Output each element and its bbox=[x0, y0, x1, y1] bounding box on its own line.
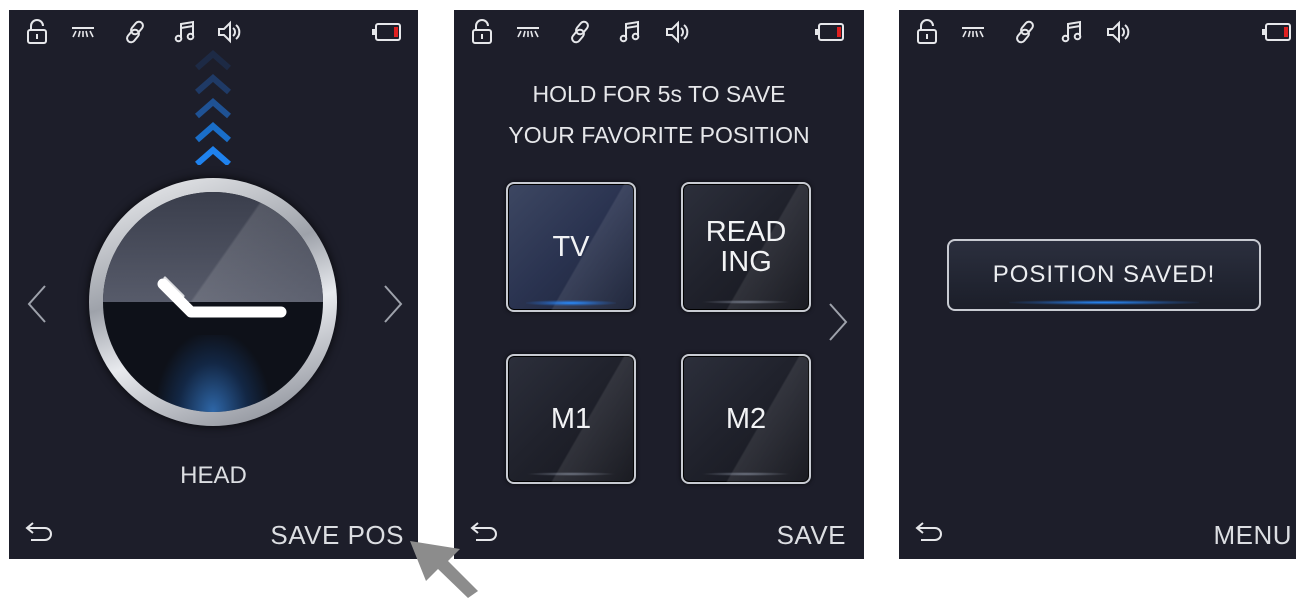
volume-icon bbox=[664, 18, 692, 46]
link-icon bbox=[121, 18, 149, 46]
left-arrow[interactable] bbox=[23, 282, 51, 326]
pointer-arrow-icon bbox=[400, 525, 480, 598]
right-arrow[interactable] bbox=[824, 300, 852, 344]
lock-icon bbox=[913, 18, 941, 46]
preset-m2-button[interactable]: M2 bbox=[681, 354, 811, 484]
saved-message: POSITION SAVED! bbox=[992, 261, 1216, 288]
instruction-text: HOLD FOR 5s TO SAVE YOUR FAVORITE POSITI… bbox=[454, 74, 864, 156]
mode-label: HEAD bbox=[180, 462, 247, 489]
music-icon bbox=[1059, 18, 1087, 46]
save-button[interactable]: SAVE bbox=[777, 520, 846, 551]
save-pos-button[interactable]: SAVE POS bbox=[270, 520, 404, 551]
instruction-line-2: YOUR FAVORITE POSITION bbox=[508, 122, 810, 148]
status-bar bbox=[454, 10, 864, 54]
preset-m1-button[interactable]: M1 bbox=[506, 354, 636, 484]
back-button[interactable] bbox=[913, 517, 947, 547]
volume-icon bbox=[1105, 18, 1133, 46]
preset-label: READ ING bbox=[705, 216, 787, 278]
position-dial[interactable] bbox=[89, 178, 337, 426]
instruction-line-1: HOLD FOR 5s TO SAVE bbox=[532, 81, 786, 107]
position-saved-screen: POSITION SAVED! MENU bbox=[899, 10, 1296, 559]
lock-icon bbox=[23, 18, 51, 46]
music-icon bbox=[617, 18, 645, 46]
position-saved-banner: POSITION SAVED! bbox=[947, 239, 1261, 311]
preset-label: TV bbox=[552, 231, 590, 263]
light-icon bbox=[69, 18, 97, 46]
back-button[interactable] bbox=[23, 517, 57, 547]
menu-button[interactable]: MENU bbox=[1213, 520, 1292, 551]
battery-icon bbox=[814, 18, 846, 46]
head-up-chevrons[interactable] bbox=[193, 40, 233, 167]
light-icon bbox=[514, 18, 542, 46]
link-icon bbox=[566, 18, 594, 46]
lock-icon bbox=[468, 18, 496, 46]
link-icon bbox=[1011, 18, 1039, 46]
save-favorite-screen: HOLD FOR 5s TO SAVE YOUR FAVORITE POSITI… bbox=[454, 10, 864, 559]
preset-reading-button[interactable]: READ ING bbox=[681, 182, 811, 312]
light-icon bbox=[959, 18, 987, 46]
bed-head-icon bbox=[153, 274, 293, 344]
status-bar bbox=[899, 10, 1296, 54]
right-arrow[interactable] bbox=[379, 282, 407, 326]
battery-icon bbox=[1261, 18, 1293, 46]
battery-icon bbox=[371, 18, 403, 46]
preset-label: M2 bbox=[725, 403, 767, 435]
preset-label: M1 bbox=[550, 403, 592, 435]
head-position-screen: HEAD SAVE POS bbox=[9, 10, 418, 559]
preset-tv-button[interactable]: TV bbox=[506, 182, 636, 312]
